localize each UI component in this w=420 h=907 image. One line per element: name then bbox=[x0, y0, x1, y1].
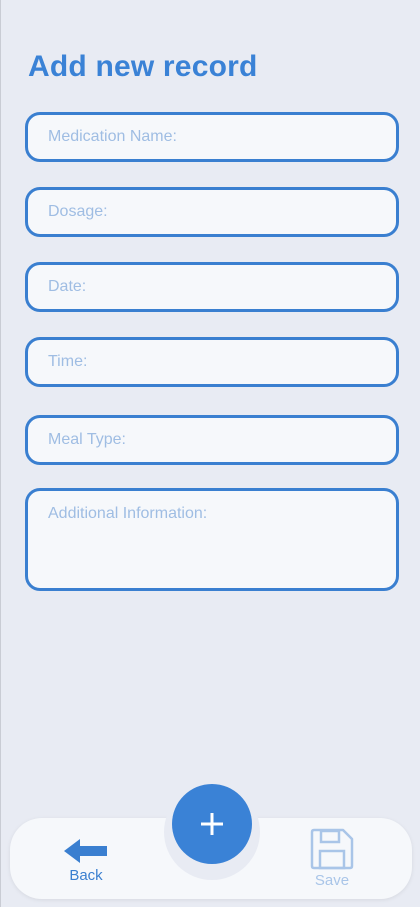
floppy-disk-icon bbox=[310, 828, 354, 870]
add-record-button[interactable] bbox=[172, 784, 252, 864]
time-field[interactable] bbox=[25, 337, 399, 387]
date-field[interactable] bbox=[25, 262, 399, 312]
medication-name-field[interactable] bbox=[25, 112, 399, 162]
additional-information-field[interactable] bbox=[25, 488, 399, 591]
save-button[interactable]: Save bbox=[306, 828, 358, 889]
back-button[interactable]: Back bbox=[58, 837, 114, 884]
dosage-field[interactable] bbox=[25, 187, 399, 237]
meal-type-field[interactable] bbox=[25, 415, 399, 465]
save-label: Save bbox=[314, 872, 350, 889]
plus-icon bbox=[201, 813, 223, 835]
arrow-left-icon bbox=[64, 839, 107, 863]
back-label: Back bbox=[69, 867, 103, 884]
page-title: Add new record bbox=[28, 50, 258, 83]
